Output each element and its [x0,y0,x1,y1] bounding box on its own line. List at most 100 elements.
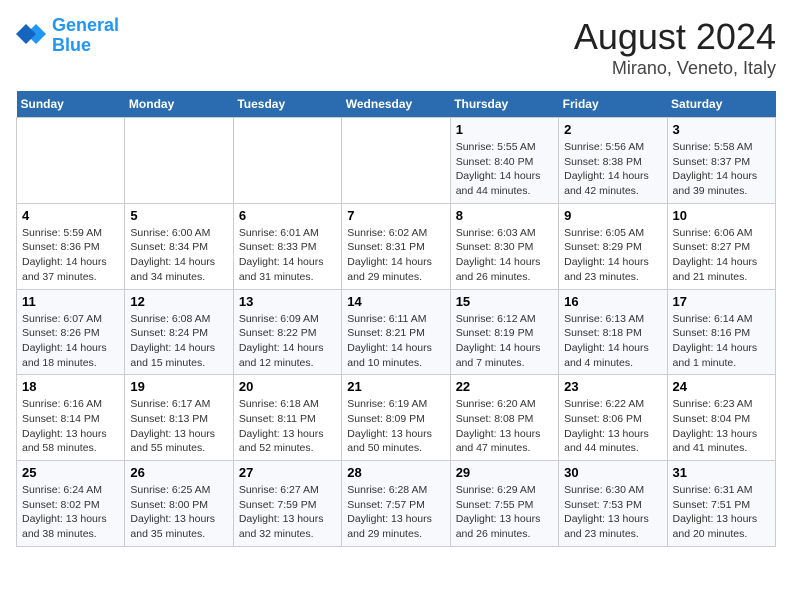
calendar-cell: 1 Sunrise: 5:55 AM Sunset: 8:40 PM Daylig… [450,118,558,204]
logo: General Blue [16,16,119,56]
page-header: General Blue August 2024 Mirano, Veneto,… [16,16,776,79]
day-info: Sunrise: 6:14 AM Sunset: 8:16 PM Dayligh… [673,312,770,371]
day-info: Sunrise: 6:28 AM Sunset: 7:57 PM Dayligh… [347,483,444,542]
calendar-cell: 25 Sunrise: 6:24 AM Sunset: 8:02 PM Dayli… [17,461,125,547]
day-number: 8 [456,208,553,223]
day-number: 13 [239,294,336,309]
day-info: Sunrise: 6:08 AM Sunset: 8:24 PM Dayligh… [130,312,227,371]
page-title: August 2024 [574,16,776,58]
calendar-cell: 9Sunrise: 6:05 AM Sunset: 8:29 PM Daylig… [559,203,667,289]
logo-line2: Blue [52,35,91,55]
weekday-header-saturday: Saturday [667,91,775,118]
day-number: 18 [22,379,119,394]
day-info: Sunrise: 6:09 AM Sunset: 8:22 PM Dayligh… [239,312,336,371]
calendar-cell: 21 Sunrise: 6:19 AM Sunset: 8:09 PM Dayli… [342,375,450,461]
day-info: Sunrise: 5:56 AM Sunset: 8:38 PM Dayligh… [564,140,661,199]
calendar-body: 1 Sunrise: 5:55 AM Sunset: 8:40 PM Daylig… [17,118,776,547]
week-row-3: 11 Sunrise: 6:07 AM Sunset: 8:26 PM Dayli… [17,289,776,375]
calendar-cell: 30Sunrise: 6:30 AM Sunset: 7:53 PM Dayli… [559,461,667,547]
day-info: Sunrise: 6:02 AM Sunset: 8:31 PM Dayligh… [347,226,444,285]
day-number: 16 [564,294,661,309]
day-number: 22 [456,379,553,394]
day-number: 9 [564,208,661,223]
calendar-header: SundayMondayTuesdayWednesdayThursdayFrid… [17,91,776,118]
calendar-cell: 13 Sunrise: 6:09 AM Sunset: 8:22 PM Dayli… [233,289,341,375]
day-number: 1 [456,122,553,137]
day-number: 29 [456,465,553,480]
calendar-cell: 24 Sunrise: 6:23 AM Sunset: 8:04 PM Dayli… [667,375,775,461]
day-number: 3 [673,122,770,137]
logo-line1: General [52,15,119,35]
calendar-cell [233,118,341,204]
calendar-cell: 17 Sunrise: 6:14 AM Sunset: 8:16 PM Dayli… [667,289,775,375]
day-number: 2 [564,122,661,137]
day-number: 25 [22,465,119,480]
day-number: 7 [347,208,444,223]
day-info: Sunrise: 5:59 AM Sunset: 8:36 PM Dayligh… [22,226,119,285]
week-row-4: 18 Sunrise: 6:16 AM Sunset: 8:14 PM Dayli… [17,375,776,461]
logo-icon [16,20,48,52]
weekday-header-thursday: Thursday [450,91,558,118]
logo-text: General Blue [52,16,119,56]
day-info: Sunrise: 6:23 AM Sunset: 8:04 PM Dayligh… [673,397,770,456]
calendar-cell: 3Sunrise: 5:58 AM Sunset: 8:37 PM Daylig… [667,118,775,204]
calendar-cell: 4 Sunrise: 5:59 AM Sunset: 8:36 PM Daylig… [17,203,125,289]
day-number: 26 [130,465,227,480]
day-number: 15 [456,294,553,309]
day-info: Sunrise: 6:06 AM Sunset: 8:27 PM Dayligh… [673,226,770,285]
day-info: Sunrise: 6:12 AM Sunset: 8:19 PM Dayligh… [456,312,553,371]
calendar-cell: 15 Sunrise: 6:12 AM Sunset: 8:19 PM Dayli… [450,289,558,375]
weekday-header-wednesday: Wednesday [342,91,450,118]
day-number: 23 [564,379,661,394]
title-block: August 2024 Mirano, Veneto, Italy [574,16,776,79]
day-number: 11 [22,294,119,309]
day-number: 14 [347,294,444,309]
weekday-header-friday: Friday [559,91,667,118]
day-info: Sunrise: 5:55 AM Sunset: 8:40 PM Dayligh… [456,140,553,199]
day-number: 24 [673,379,770,394]
calendar-cell: 8 Sunrise: 6:03 AM Sunset: 8:30 PM Daylig… [450,203,558,289]
day-info: Sunrise: 6:29 AM Sunset: 7:55 PM Dayligh… [456,483,553,542]
calendar-cell: 14 Sunrise: 6:11 AM Sunset: 8:21 PM Dayli… [342,289,450,375]
day-info: Sunrise: 6:24 AM Sunset: 8:02 PM Dayligh… [22,483,119,542]
weekday-header-tuesday: Tuesday [233,91,341,118]
day-info: Sunrise: 6:22 AM Sunset: 8:06 PM Dayligh… [564,397,661,456]
calendar-cell: 26 Sunrise: 6:25 AM Sunset: 8:00 PM Dayli… [125,461,233,547]
calendar-cell: 5 Sunrise: 6:00 AM Sunset: 8:34 PM Daylig… [125,203,233,289]
weekday-header-monday: Monday [125,91,233,118]
calendar-cell: 7 Sunrise: 6:02 AM Sunset: 8:31 PM Daylig… [342,203,450,289]
day-info: Sunrise: 6:13 AM Sunset: 8:18 PM Dayligh… [564,312,661,371]
day-info: Sunrise: 6:11 AM Sunset: 8:21 PM Dayligh… [347,312,444,371]
calendar-cell [342,118,450,204]
day-info: Sunrise: 6:25 AM Sunset: 8:00 PM Dayligh… [130,483,227,542]
calendar-cell: 23 Sunrise: 6:22 AM Sunset: 8:06 PM Dayli… [559,375,667,461]
day-number: 6 [239,208,336,223]
day-info: Sunrise: 6:07 AM Sunset: 8:26 PM Dayligh… [22,312,119,371]
calendar-cell: 29 Sunrise: 6:29 AM Sunset: 7:55 PM Dayli… [450,461,558,547]
day-number: 19 [130,379,227,394]
week-row-5: 25 Sunrise: 6:24 AM Sunset: 8:02 PM Dayli… [17,461,776,547]
week-row-2: 4 Sunrise: 5:59 AM Sunset: 8:36 PM Daylig… [17,203,776,289]
calendar-cell: 12 Sunrise: 6:08 AM Sunset: 8:24 PM Dayli… [125,289,233,375]
day-info: Sunrise: 6:30 AM Sunset: 7:53 PM Dayligh… [564,483,661,542]
day-number: 12 [130,294,227,309]
weekday-header-row: SundayMondayTuesdayWednesdayThursdayFrid… [17,91,776,118]
calendar-cell: 28Sunrise: 6:28 AM Sunset: 7:57 PM Dayli… [342,461,450,547]
calendar-cell: 16 Sunrise: 6:13 AM Sunset: 8:18 PM Dayli… [559,289,667,375]
calendar-cell: 20Sunrise: 6:18 AM Sunset: 8:11 PM Dayli… [233,375,341,461]
calendar-cell: 22Sunrise: 6:20 AM Sunset: 8:08 PM Dayli… [450,375,558,461]
day-info: Sunrise: 6:03 AM Sunset: 8:30 PM Dayligh… [456,226,553,285]
weekday-header-sunday: Sunday [17,91,125,118]
day-number: 5 [130,208,227,223]
day-number: 21 [347,379,444,394]
calendar-cell: 6Sunrise: 6:01 AM Sunset: 8:33 PM Daylig… [233,203,341,289]
day-info: Sunrise: 6:19 AM Sunset: 8:09 PM Dayligh… [347,397,444,456]
calendar-cell: 10Sunrise: 6:06 AM Sunset: 8:27 PM Dayli… [667,203,775,289]
calendar-cell: 31Sunrise: 6:31 AM Sunset: 7:51 PM Dayli… [667,461,775,547]
day-number: 4 [22,208,119,223]
calendar-cell [125,118,233,204]
day-info: Sunrise: 6:00 AM Sunset: 8:34 PM Dayligh… [130,226,227,285]
day-info: Sunrise: 6:16 AM Sunset: 8:14 PM Dayligh… [22,397,119,456]
day-info: Sunrise: 6:18 AM Sunset: 8:11 PM Dayligh… [239,397,336,456]
day-number: 17 [673,294,770,309]
